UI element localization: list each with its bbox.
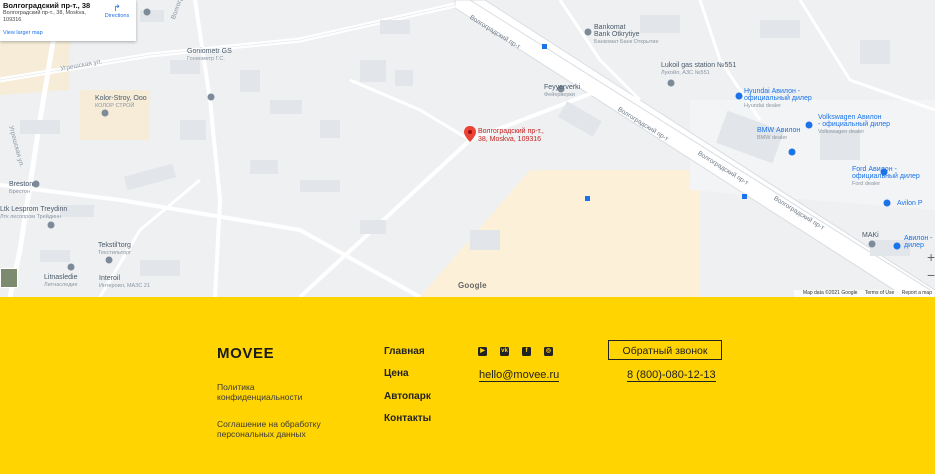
data-consent-link[interactable]: Соглашение на обработку персональных дан… (217, 419, 337, 439)
terms-of-use-link[interactable]: Terms of Use (865, 290, 894, 296)
youtube-icon[interactable]: ▶ (478, 347, 487, 356)
view-larger-map-link[interactable]: View larger map (3, 30, 43, 36)
footer-nav-price[interactable]: Цена (384, 368, 409, 379)
poi-lesprom[interactable]: Ltk Lesprom Treydinn Лтк лесопром Трейдин… (0, 206, 67, 221)
zoom-in-button[interactable]: + (927, 248, 935, 266)
poi-hyundai[interactable]: Hyundai Авилон - официальный дилер Hyundai… (744, 88, 812, 110)
footer-nav-contacts[interactable]: Контакты (384, 413, 431, 424)
directions-icon: ↱ (113, 3, 121, 13)
poi-bankomat[interactable]: Bankomat Bank Otkrytiye Банкомат Банк Откр… (594, 24, 659, 46)
poi-interoil[interactable]: Interoil Интероил, МАЗС 21 (99, 275, 150, 290)
footer-phone-link[interactable]: 8 (800)-080-12-13 (627, 369, 716, 382)
poi-goniometr[interactable]: Goniometr GS Гониометр Г.С. (187, 48, 232, 63)
embedded-map[interactable]: Волгоградская Угрешская ул. Угрешская ул… (0, 0, 935, 297)
zoom-out-button[interactable]: − (927, 266, 935, 284)
map-attribution: Map data ©2021 Google Terms of Use Repor… (793, 290, 935, 297)
poi-breston[interactable]: Breston Брестон (9, 181, 33, 196)
footer-logo[interactable]: MOVEE (217, 345, 274, 362)
map-pin-label: Волгоградский пр-т., 38, Moskva, 109316 (478, 128, 544, 143)
google-logo: Google (458, 281, 487, 290)
poi-kolor-stroy[interactable]: Kolor-Stroy, Ooo КОЛОР СТРОЙ (95, 95, 147, 110)
footer-nav-home[interactable]: Главная (384, 346, 425, 357)
poi-feyyerverki[interactable]: Feyyerverki Фейерверки (544, 84, 580, 99)
site-footer: MOVEE Политика конфиденциальности Соглаш… (0, 297, 935, 474)
satellite-toggle-thumbnail[interactable] (0, 268, 18, 288)
footer-nav-fleet[interactable]: Автопарк (384, 391, 431, 402)
facebook-icon[interactable]: f (522, 347, 531, 356)
poi-bmw[interactable]: BMW Авилон BMW dealer (757, 127, 800, 142)
poi-avilon[interactable]: Avilon P (897, 200, 923, 207)
info-card-address: Волгоградский пр-т., 38, Moskva, 109316 (3, 10, 86, 23)
map-info-card: Волгоградский пр-т., 38 Волгоградский пр… (0, 0, 136, 41)
instagram-icon[interactable]: ◎ (544, 347, 553, 356)
poi-tekstiltorg[interactable]: Tekstil'torg Текстильторг (98, 242, 131, 257)
report-map-link[interactable]: Report a map (902, 290, 932, 296)
poi-litnasledie[interactable]: Litnasledie Литнаследие (44, 274, 78, 289)
vk-icon[interactable]: vk (500, 347, 509, 356)
info-card-title: Волгоградский пр-т., 38 (3, 1, 91, 10)
privacy-policy-link[interactable]: Политика конфиденциальности (217, 382, 337, 402)
poi-maki[interactable]: MAKi (862, 232, 879, 239)
poi-volkswagen[interactable]: Volkswagen Авилон - официальный дилер Volk… (818, 114, 890, 136)
poi-lukoil[interactable]: Lukoil gas station №551 Лукойл, АЗС №551 (661, 62, 736, 77)
callback-button[interactable]: Обратный звонок (608, 340, 722, 360)
directions-button[interactable]: ↱ Directions (102, 3, 132, 19)
map-canvas[interactable] (0, 0, 935, 297)
poi-avilon-dealer[interactable]: Авилон - дилер (904, 235, 933, 249)
footer-email-link[interactable]: hello@movee.ru (479, 369, 560, 382)
zoom-controls: + − (927, 248, 935, 284)
poi-ford[interactable]: Ford Авилон - официальный дилер Ford deale… (852, 166, 920, 188)
map-data-credit: Map data ©2021 Google (802, 290, 858, 296)
